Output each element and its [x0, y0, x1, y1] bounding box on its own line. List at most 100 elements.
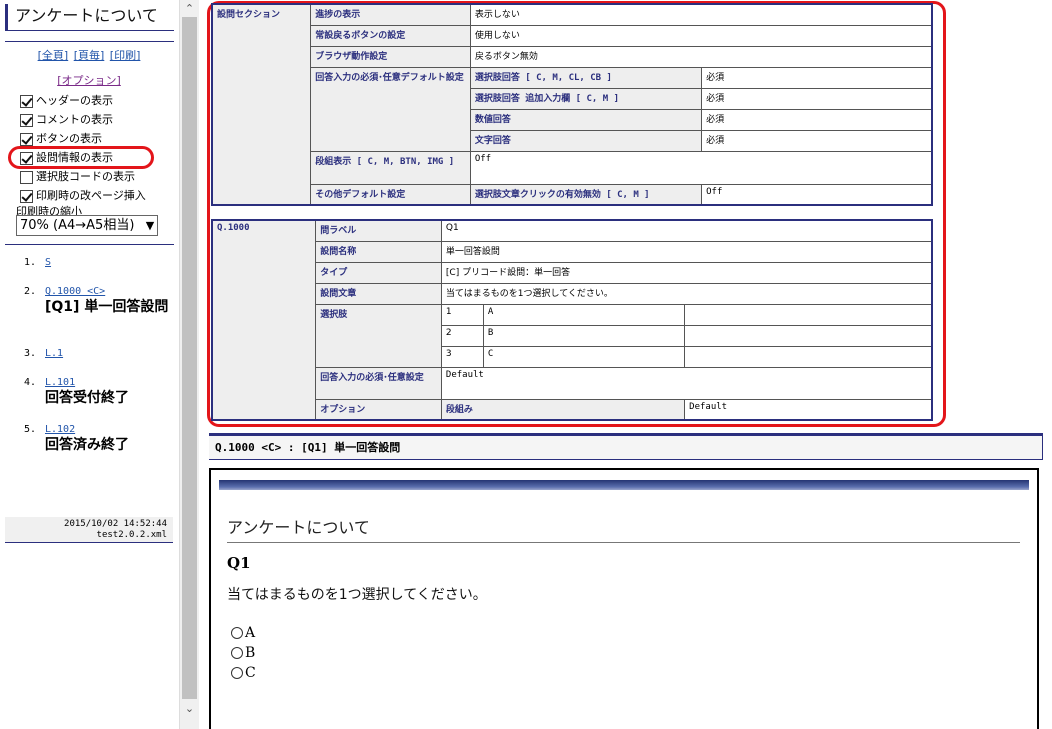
q-name-label: 設問名称: [315, 240, 442, 263]
choices-label: 選択肢: [315, 303, 442, 368]
checkbox-label: ヘッダーの表示: [36, 94, 113, 107]
browser-value: 戻るボタン無効: [469, 45, 933, 68]
choice-click-value: Off: [701, 183, 933, 206]
checkbox-comment[interactable]: コメントの表示: [20, 112, 113, 128]
checkbox-label: 選択肢コードの表示: [36, 170, 135, 183]
print-link[interactable]: [印刷]: [110, 49, 141, 62]
filename: test2.0.2.xml: [96, 530, 167, 540]
choice-empty: [684, 324, 933, 347]
checkbox-label: ボタンの表示: [36, 132, 102, 145]
checkbox-page-break[interactable]: 印刷時の改ページ挿入: [20, 188, 146, 204]
radio-option[interactable]: A: [231, 625, 255, 641]
choice-text: B: [482, 324, 686, 347]
preview-title: アンケートについて: [227, 518, 370, 537]
q-required-label: 回答入力の必須･任意設定: [315, 366, 442, 400]
q-option-value: Default: [684, 398, 933, 421]
nav-number: 4.: [24, 377, 37, 388]
sidebar-scrollbar[interactable]: ⌃ ⌄: [179, 0, 199, 729]
radio-icon[interactable]: [231, 667, 243, 679]
required-extra-value: 必須: [701, 87, 933, 110]
question-heading-bar: Q.1000 <C> : [Q1] 単一回答設問: [209, 433, 1043, 460]
q-label-label: 問ラベル: [315, 219, 442, 242]
q-label-value: Q1: [440, 219, 933, 242]
radio-icon[interactable]: [231, 647, 243, 659]
checkbox-label: 印刷時の改ページ挿入: [36, 189, 146, 202]
sidebar-title: アンケートについて: [5, 4, 174, 31]
nav-link[interactable]: L.101: [45, 377, 75, 388]
required-default-label: 回答入力の必須･任意デフォルト設定: [310, 66, 471, 152]
nav-title: 回答済み終了: [45, 437, 129, 453]
back-button-label: 常設戻るボタンの設定: [310, 24, 471, 47]
highlight-oval: [8, 146, 154, 169]
choice-click-label: 選択肢文章クリックの有効無効 [ C, M ]: [469, 183, 703, 206]
nav-title: [Q1] 単一回答設問: [45, 299, 169, 315]
nav-link[interactable]: Q.1000 <C>: [45, 286, 105, 297]
q-option-sub-label: 段組み: [440, 398, 686, 421]
required-text-value: 必須: [701, 129, 933, 152]
nav-number: 1.: [24, 257, 37, 268]
section-settings-table: 設問セクション 進捗の表示 表示しない 常設戻るボタンの設定 使用しない ブラウ…: [211, 3, 933, 206]
required-choice-label: 選択肢回答 [ C, M, CL, CB ]: [469, 66, 703, 89]
q-required-value: Default: [440, 366, 933, 400]
nav-number: 3.: [24, 348, 37, 359]
nav-link[interactable]: S: [45, 257, 51, 268]
choice-code: 3: [440, 345, 484, 368]
required-choice-value: 必須: [701, 66, 933, 89]
print-shrink-select[interactable]: 70% (A4→A5相当) ▼: [16, 215, 158, 236]
required-number-value: 必須: [701, 108, 933, 131]
nav-number: 5.: [24, 424, 37, 435]
chevron-down-icon[interactable]: ⌄: [180, 700, 199, 717]
q-text-label: 設問文章: [315, 282, 442, 305]
file-stamp: 2015/10/02 14:52:44 test2.0.2.xml: [5, 517, 173, 543]
columns-value: Off: [469, 150, 933, 185]
radio-label: B: [245, 645, 256, 661]
all-pages-link[interactable]: [全頁]: [38, 49, 69, 62]
columns-label: 段組表示 [ C, M, BTN, IMG ]: [310, 150, 471, 185]
section-label: 設問セクション: [211, 3, 312, 206]
radio-option[interactable]: C: [231, 665, 256, 681]
option-link[interactable]: [オプション]: [57, 74, 121, 87]
question-label: Q1: [227, 554, 251, 572]
choice-text: A: [482, 303, 686, 326]
chevron-down-icon[interactable]: ▼: [143, 216, 157, 235]
other-default-label: その他デフォルト設定: [310, 183, 471, 206]
divider: [5, 41, 174, 42]
checkbox-checked-icon[interactable]: [20, 189, 33, 203]
radio-label: A: [245, 625, 256, 641]
chevron-up-icon[interactable]: ⌃: [180, 0, 199, 17]
sidebar: アンケートについて [全頁] [頁毎] [印刷] [オプション] ヘッダーの表示…: [0, 0, 178, 729]
q-option-label: オプション: [315, 398, 442, 421]
question-text: 当てはまるものを1つ選択してください。: [227, 587, 487, 603]
choice-empty: [684, 345, 933, 368]
checkbox-unchecked-icon[interactable]: [20, 170, 33, 184]
question-info-table: Q.1000 問ラベル Q1 設問名称 単一回答設問 タイプ [C] プリコード…: [211, 219, 933, 421]
checkbox-label: コメントの表示: [36, 113, 113, 126]
progress-value: 表示しない: [469, 3, 933, 26]
checkbox-checked-icon[interactable]: [20, 132, 33, 146]
checkbox-header[interactable]: ヘッダーの表示: [20, 93, 113, 109]
required-number-label: 数値回答: [469, 108, 703, 131]
divider: [5, 244, 174, 245]
nav-link[interactable]: L.102: [45, 424, 75, 435]
q-type-value: [C] プリコード設問：単一回答: [440, 261, 933, 284]
checkbox-choice-code[interactable]: 選択肢コードの表示: [20, 169, 135, 185]
header-band: [219, 480, 1029, 490]
main-content: 設問セクション 進捗の表示 表示しない 常設戻るボタンの設定 使用しない ブラウ…: [204, 0, 1052, 729]
q-type-label: タイプ: [315, 261, 442, 284]
nav-title: 回答受付終了: [45, 390, 129, 406]
choice-code: 1: [440, 303, 484, 326]
per-page-link[interactable]: [頁毎]: [74, 49, 105, 62]
checkbox-checked-icon[interactable]: [20, 94, 33, 108]
radio-label: C: [245, 665, 256, 681]
nav-link[interactable]: L.1: [45, 348, 63, 359]
view-links: [全頁] [頁毎] [印刷]: [0, 47, 178, 63]
radio-option[interactable]: B: [231, 645, 255, 661]
required-text-label: 文字回答: [469, 129, 703, 152]
q-text-value: 当てはまるものを1つ選択してください。: [440, 282, 933, 305]
select-value: 70% (A4→A5相当): [20, 218, 135, 233]
radio-icon[interactable]: [231, 627, 243, 639]
scrollbar-thumb[interactable]: [182, 17, 197, 699]
q-name-value: 単一回答設問: [440, 240, 933, 263]
checkbox-checked-icon[interactable]: [20, 113, 33, 127]
checkbox-buttons[interactable]: ボタンの表示: [20, 131, 102, 147]
